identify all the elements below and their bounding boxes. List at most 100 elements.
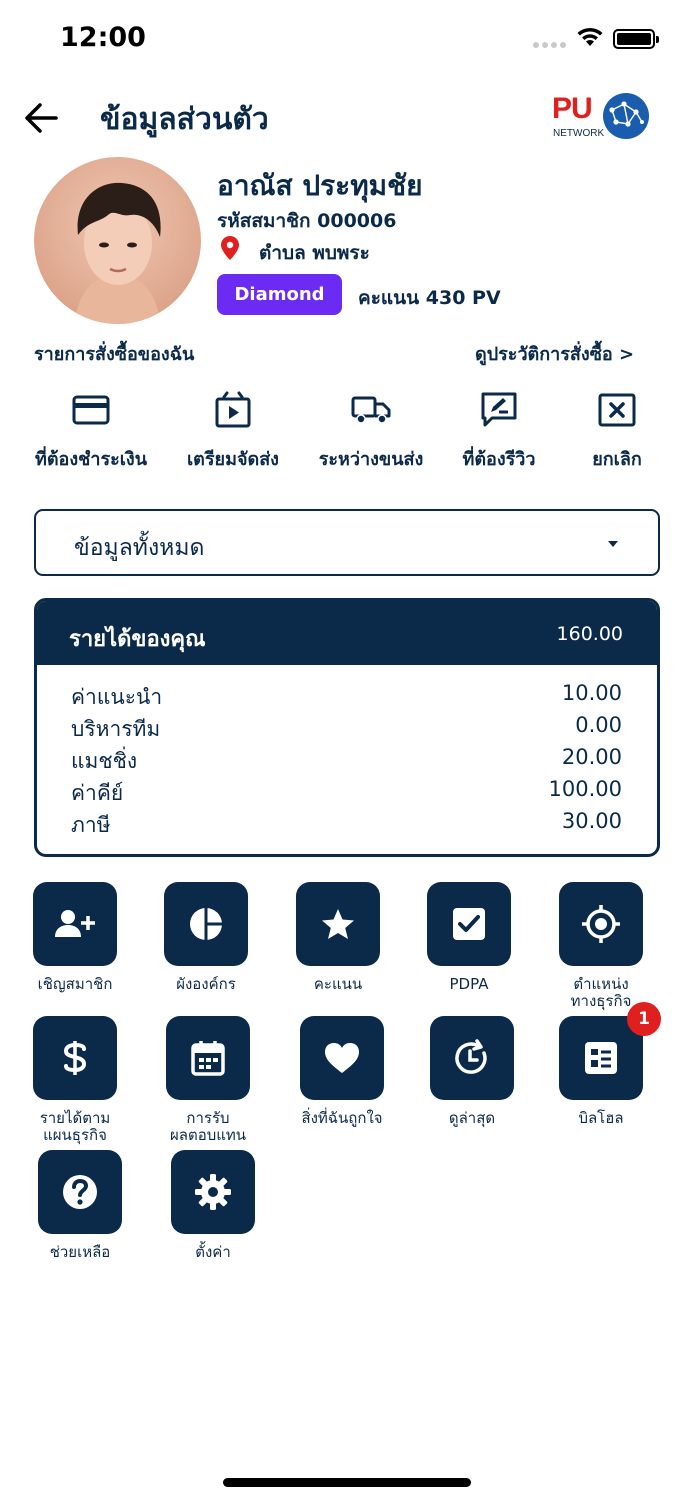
order-status-to-pay[interactable]: ที่ต้องชำระเงิน: [26, 390, 156, 473]
menu-tile: [164, 882, 248, 966]
calendar-icon: [191, 1041, 225, 1076]
star-icon: [322, 909, 354, 939]
level-badge: Diamond: [217, 274, 342, 315]
income-rows: ค่าแนะนำ 10.00 บริหารทีม 0.00 แมชชิ่ง 20…: [71, 681, 622, 841]
menu-tile: [171, 1150, 255, 1234]
income-row-label: ภาษี: [71, 813, 111, 837]
order-status-label: เตรียมจัดส่ง: [187, 449, 279, 470]
income-row-value: 30.00: [561, 809, 622, 833]
income-row-label: ค่าแนะนำ: [71, 685, 163, 709]
wifi-icon: [577, 27, 603, 46]
avatar-image: [34, 157, 201, 324]
income-header: รายได้ของคุณ 160.00: [37, 601, 657, 665]
income-title: รายได้ของคุณ: [69, 627, 206, 652]
menu-org-chart[interactable]: ผังองค์กร: [141, 882, 271, 993]
menu-settings[interactable]: ตั้งค่า: [148, 1150, 278, 1261]
caret-down-icon: [608, 541, 618, 547]
pie-chart-icon: [190, 908, 222, 940]
menu-label: การรับ ผลตอบแทน: [169, 1109, 247, 1144]
avatar[interactable]: [34, 157, 201, 324]
points-text: คะแนน 430 PV: [358, 287, 501, 309]
income-row-label: ค่าคีย์: [71, 781, 124, 805]
bill-icon: [585, 1042, 617, 1074]
income-row: แมชชิ่ง 20.00: [71, 745, 622, 777]
menu-tile: [430, 1016, 514, 1100]
income-row: ค่าแนะนำ 10.00: [71, 681, 622, 713]
status-time: 12:00: [60, 22, 146, 53]
income-card: รายได้ของคุณ 160.00 ค่าแนะนำ 10.00 บริหา…: [34, 598, 660, 857]
menu-label: รายได้ตาม แผนธุรกิจ: [39, 1109, 111, 1144]
menu-label: ผังองค์กร: [176, 975, 236, 993]
checkbox-icon: [453, 908, 485, 940]
header: ข้อมูลส่วนตัว PU NETWORK: [0, 88, 693, 148]
location-text: ตำบล พบพระ: [259, 242, 370, 264]
income-row-value: 0.00: [575, 713, 622, 737]
review-icon: [481, 392, 517, 427]
menu-label: สิ่งที่ฉันถูกใจ: [301, 1109, 383, 1127]
menu-tile: [33, 882, 117, 966]
menu-tile: [296, 882, 380, 966]
data-filter-dropdown[interactable]: ข้อมูลทั้งหมด: [34, 509, 660, 576]
menu-invite-member[interactable]: เชิญสมาชิก: [10, 882, 140, 993]
order-status-to-review[interactable]: ที่ต้องรีวิว: [434, 390, 564, 473]
menu-label: บิลโฮล: [578, 1109, 624, 1127]
menu-label: ดูล่าสุด: [448, 1109, 496, 1127]
dropdown-selected-value: ข้อมูลทั้งหมด: [74, 535, 205, 561]
arrow-left-icon: [25, 103, 58, 133]
home-indicator: [223, 1478, 471, 1487]
menu-label: ช่วยเหลือ: [49, 1243, 111, 1261]
add-user-icon: [55, 910, 95, 937]
orders-section-title: รายการสั่งซื้อของฉัน: [34, 344, 195, 365]
menu-help[interactable]: ช่วยเหลือ: [15, 1150, 145, 1261]
income-row-value: 100.00: [548, 777, 622, 801]
income-row-label: บริหารทีม: [71, 717, 161, 741]
battery-icon: [613, 29, 659, 49]
order-status-shipping[interactable]: ระหว่างขนส่ง: [306, 390, 436, 473]
order-status-label: ที่ต้องรีวิว: [462, 449, 536, 470]
order-status-cancelled[interactable]: ยกเลิก: [552, 390, 682, 473]
order-status-label: ที่ต้องชำระเงิน: [34, 449, 148, 470]
income-row: ค่าคีย์ 100.00: [71, 777, 622, 809]
income-row-value: 20.00: [561, 745, 622, 769]
menu-business-income[interactable]: รายได้ตาม แผนธุรกิจ: [10, 1016, 140, 1144]
signal-icon: [533, 42, 566, 48]
income-row-value: 10.00: [561, 681, 622, 705]
target-icon: [582, 905, 620, 943]
menu-recently-viewed[interactable]: ดูล่าสุด: [407, 1016, 537, 1127]
menu-label: ตั้งค่า: [195, 1243, 231, 1261]
dollar-icon: [63, 1041, 87, 1075]
credit-card-icon: [72, 395, 110, 425]
menu-label: เชิญสมาชิก: [37, 975, 113, 993]
menu-label: PDPA: [449, 975, 489, 993]
order-status-label: ยกเลิก: [592, 449, 642, 470]
history-icon: [455, 1039, 487, 1074]
notification-badge: 1: [627, 1002, 661, 1036]
order-history-link[interactable]: ดูประวัติการสั่งซื้อ >: [475, 339, 634, 368]
brand-logo: PU NETWORK: [550, 90, 654, 142]
menu-bill-hold[interactable]: 1 บิลโฮล: [536, 1002, 666, 1127]
menu-tile: [427, 882, 511, 966]
help-icon: [63, 1175, 97, 1209]
menu-label: คะแนน: [313, 975, 363, 993]
menu-tile: [166, 1016, 250, 1100]
menu-pdpa[interactable]: PDPA: [404, 882, 534, 993]
menu-tile: [300, 1016, 384, 1100]
menu-compensation[interactable]: การรับ ผลตอบแทน: [143, 1016, 273, 1144]
heart-icon: [325, 1043, 359, 1073]
menu-points[interactable]: คะแนน: [273, 882, 403, 993]
package-play-icon: [215, 391, 251, 428]
status-bar: 12:00: [0, 0, 693, 78]
income-total: 160.00: [556, 623, 623, 645]
income-row-label: แมชชิ่ง: [71, 749, 138, 773]
profile-name: อาณัส ประทุมชัย: [217, 169, 423, 202]
location-pin-icon: [221, 236, 239, 260]
menu-tile: [559, 882, 643, 966]
back-button[interactable]: [22, 98, 62, 138]
settings-icon: [195, 1174, 231, 1210]
cancel-box-icon: [598, 393, 636, 427]
member-code: รหัสสมาชิก 000006: [217, 210, 397, 232]
menu-business-position[interactable]: ตำแหน่ง ทางธุรกิจ: [536, 882, 666, 1010]
menu-favorites[interactable]: สิ่งที่ฉันถูกใจ: [277, 1016, 407, 1127]
globe-network-icon: [603, 93, 649, 139]
order-status-preparing[interactable]: เตรียมจัดส่ง: [168, 390, 298, 473]
